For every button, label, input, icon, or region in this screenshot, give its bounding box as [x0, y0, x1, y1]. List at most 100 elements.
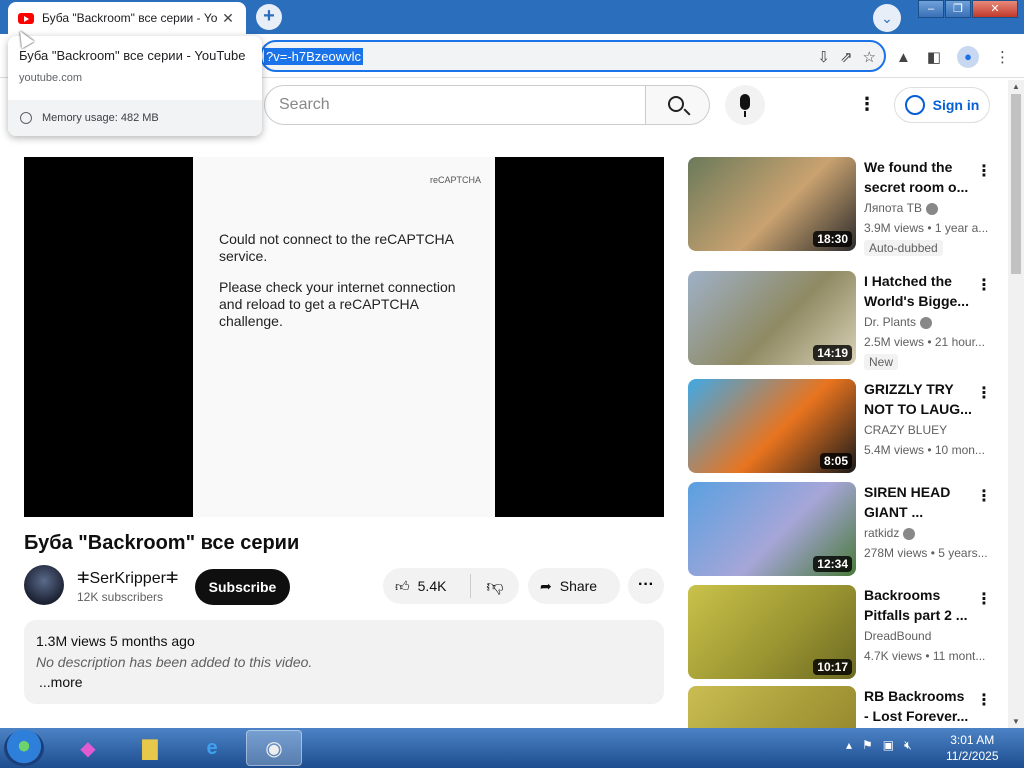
- memory-gauge-icon: [20, 112, 32, 124]
- action-center-icon[interactable]: ⚑: [862, 738, 873, 753]
- tab-close-icon[interactable]: ✕: [220, 10, 236, 27]
- video-duration: 14:19: [813, 345, 852, 361]
- close-window-button[interactable]: ✕: [972, 0, 1018, 18]
- subscriber-count: 12K subscribers: [77, 590, 164, 604]
- url-text[interactable]: ?v=-h7Bzeowvlc: [264, 47, 364, 65]
- recommendation-title[interactable]: We found the secret room o...: [864, 157, 972, 197]
- minimize-button[interactable]: –: [918, 0, 944, 18]
- page-scrollbar[interactable]: ▲ ▼: [1008, 80, 1024, 728]
- windows-taskbar: ◆ ▇ e ◉ ▴ ⚑ ▣ 🔇︎ 3:01 AM 11/2/2025: [0, 728, 1024, 768]
- verified-check-icon: [920, 316, 933, 329]
- share-page-icon[interactable]: ⇗: [840, 48, 853, 66]
- tab-hover-card: Буба "Backroom" все серии - YouTube yout…: [8, 36, 262, 136]
- hover-card-memory: Memory usage: 482 MB: [8, 100, 262, 136]
- scrollbar-thumb[interactable]: [1011, 94, 1021, 274]
- new-tab-button[interactable]: +: [256, 4, 282, 30]
- address-bar[interactable]: ?v=-h7Bzeowvlc ⇩ ⇗ ☆: [260, 40, 886, 72]
- network-icon[interactable]: ▣: [883, 738, 894, 753]
- recommendation-badge: Auto-dubbed: [864, 240, 943, 256]
- show-more-link[interactable]: ...more: [39, 674, 83, 690]
- subscribe-button[interactable]: Subscribe: [195, 569, 290, 605]
- file-explorer-icon[interactable]: ▇: [122, 730, 178, 766]
- recommendation-menu-icon[interactable]: ⋮: [976, 589, 992, 609]
- recommendation-item[interactable]: 12:34 SIREN HEAD GIANT ... ratkidz 278M vie…: [688, 482, 1008, 578]
- search-icon: [668, 96, 684, 112]
- description-text: No description has been added to this vi…: [36, 654, 313, 670]
- recommendation-title[interactable]: SIREN HEAD GIANT ...: [864, 482, 972, 522]
- scroll-up-icon[interactable]: ▲: [1012, 82, 1020, 91]
- recommendation-menu-icon[interactable]: ⋮: [976, 690, 992, 710]
- like-button[interactable]: 👍︎ 5.4K: [383, 574, 471, 598]
- recommendation-channel[interactable]: CRAZY BLUEY: [864, 423, 947, 437]
- voice-search-mic-icon[interactable]: [725, 85, 765, 125]
- window-controls: – ❐ ✕: [917, 0, 1018, 18]
- tab-title: Буба "Backroom" все серии - Yo: [42, 11, 218, 25]
- video-title: Буба "Backroom" все серии: [24, 532, 300, 554]
- scroll-down-icon[interactable]: ▼: [1012, 717, 1020, 726]
- extensions-icon[interactable]: ▲: [896, 49, 911, 66]
- like-count: 5.4K: [417, 578, 447, 594]
- recommendation-channel[interactable]: DreadBound: [864, 629, 931, 643]
- recommendation-stats: 278M views • 5 years...: [864, 546, 988, 560]
- video-thumbnail[interactable]: 12:34: [688, 482, 856, 576]
- recommendation-channel-name: CRAZY BLUEY: [864, 423, 948, 437]
- toolbar-icons: ▲ ◧ ● ⋮: [896, 46, 1010, 68]
- like-dislike-group: 👍︎ 5.4K 👎︎: [383, 568, 519, 604]
- video-thumbnail[interactable]: 14:19: [688, 271, 856, 365]
- channel-name[interactable]: ⵐSerKripperⵐ: [77, 568, 178, 588]
- recommendation-channel[interactable]: Dr. Plants: [864, 315, 933, 329]
- recommendation-channel[interactable]: ratkidz: [864, 526, 916, 540]
- recommendation-item[interactable]: 10:17 Backrooms Pitfalls part 2 ... DreadB…: [688, 585, 1008, 681]
- system-tray: ▴ ⚑ ▣ 🔇︎: [846, 738, 912, 753]
- browser-tab[interactable]: Буба "Backroom" все серии - Yo ✕: [8, 2, 246, 34]
- memory-usage-text: Memory usage: 482 MB: [42, 112, 159, 124]
- chrome-taskbar-icon[interactable]: ◉: [246, 730, 302, 766]
- recommendation-channel[interactable]: Ляпота ТВ: [864, 201, 938, 215]
- recommendation-title[interactable]: Backrooms Pitfalls part 2 ...: [864, 585, 972, 625]
- search-button[interactable]: [646, 85, 710, 125]
- start-button[interactable]: [4, 730, 44, 766]
- youtube-search-input[interactable]: Search: [264, 85, 646, 125]
- recommendation-menu-icon[interactable]: ⋮: [976, 275, 992, 295]
- side-panel-icon[interactable]: ◧: [927, 48, 941, 66]
- recaptcha-frame: reCAPTCHA Could not connect to the reCAP…: [193, 157, 495, 517]
- sign-in-button[interactable]: Sign in: [894, 87, 990, 123]
- recommendation-item[interactable]: 8:05 GRIZZLY TRY NOT TO LAUG... CRAZY BLUE…: [688, 379, 1008, 475]
- video-thumbnail[interactable]: 8:05: [688, 379, 856, 473]
- restore-button[interactable]: ❐: [945, 0, 971, 18]
- video-duration: 18:30: [813, 231, 852, 247]
- share-button[interactable]: ➦ Share: [528, 568, 620, 604]
- system-clock[interactable]: 3:01 AM 11/2/2025: [946, 732, 999, 764]
- tab-search-icon[interactable]: ⌄: [873, 4, 901, 32]
- dislike-button[interactable]: 👎︎: [471, 576, 519, 597]
- recommendation-item[interactable]: 18:30 We found the secret room o... Ляпота…: [688, 157, 1008, 256]
- taskbar-app-icon[interactable]: ◆: [60, 730, 116, 766]
- settings-kebab-icon[interactable]: ⋮: [858, 95, 876, 113]
- recommendation-menu-icon[interactable]: ⋮: [976, 486, 992, 506]
- video-player[interactable]: reCAPTCHA Could not connect to the reCAP…: [24, 157, 664, 517]
- video-thumbnail[interactable]: 10:17: [688, 585, 856, 679]
- video-thumbnail[interactable]: 18:30: [688, 157, 856, 251]
- recaptcha-error-message: Could not connect to the reCAPTCHA servi…: [219, 231, 454, 264]
- recommendation-title[interactable]: RB Backrooms - Lost Forever...: [864, 686, 972, 726]
- browser-menu-icon[interactable]: ⋮: [995, 48, 1010, 66]
- recommendation-title[interactable]: I Hatched the World's Bigge...: [864, 271, 972, 311]
- tray-expand-icon[interactable]: ▴: [846, 738, 852, 753]
- volume-muted-icon[interactable]: 🔇︎: [904, 738, 912, 753]
- omnibox-actions: ⇩ ⇗ ☆: [817, 48, 876, 66]
- recommendation-item[interactable]: 14:19 I Hatched the World's Bigge... Dr. P…: [688, 271, 1008, 370]
- recommendation-stats: 5.4M views • 10 mon...: [864, 443, 985, 457]
- recommendation-menu-icon[interactable]: ⋮: [976, 161, 992, 181]
- verified-check-icon: [925, 202, 938, 215]
- more-actions-button[interactable]: ···: [628, 568, 664, 604]
- bookmark-star-icon[interactable]: ☆: [863, 48, 876, 66]
- internet-explorer-icon[interactable]: e: [184, 730, 240, 766]
- description-box[interactable]: 1.3M views 5 months ago No description h…: [24, 620, 664, 704]
- sign-in-label: Sign in: [932, 97, 980, 113]
- profile-icon[interactable]: ●: [957, 46, 980, 68]
- recommendation-title[interactable]: GRIZZLY TRY NOT TO LAUG...: [864, 379, 972, 419]
- recommendation-menu-icon[interactable]: ⋮: [976, 383, 992, 403]
- install-app-icon[interactable]: ⇩: [817, 48, 830, 66]
- channel-avatar[interactable]: [24, 565, 64, 605]
- clock-date: 11/2/2025: [946, 749, 999, 763]
